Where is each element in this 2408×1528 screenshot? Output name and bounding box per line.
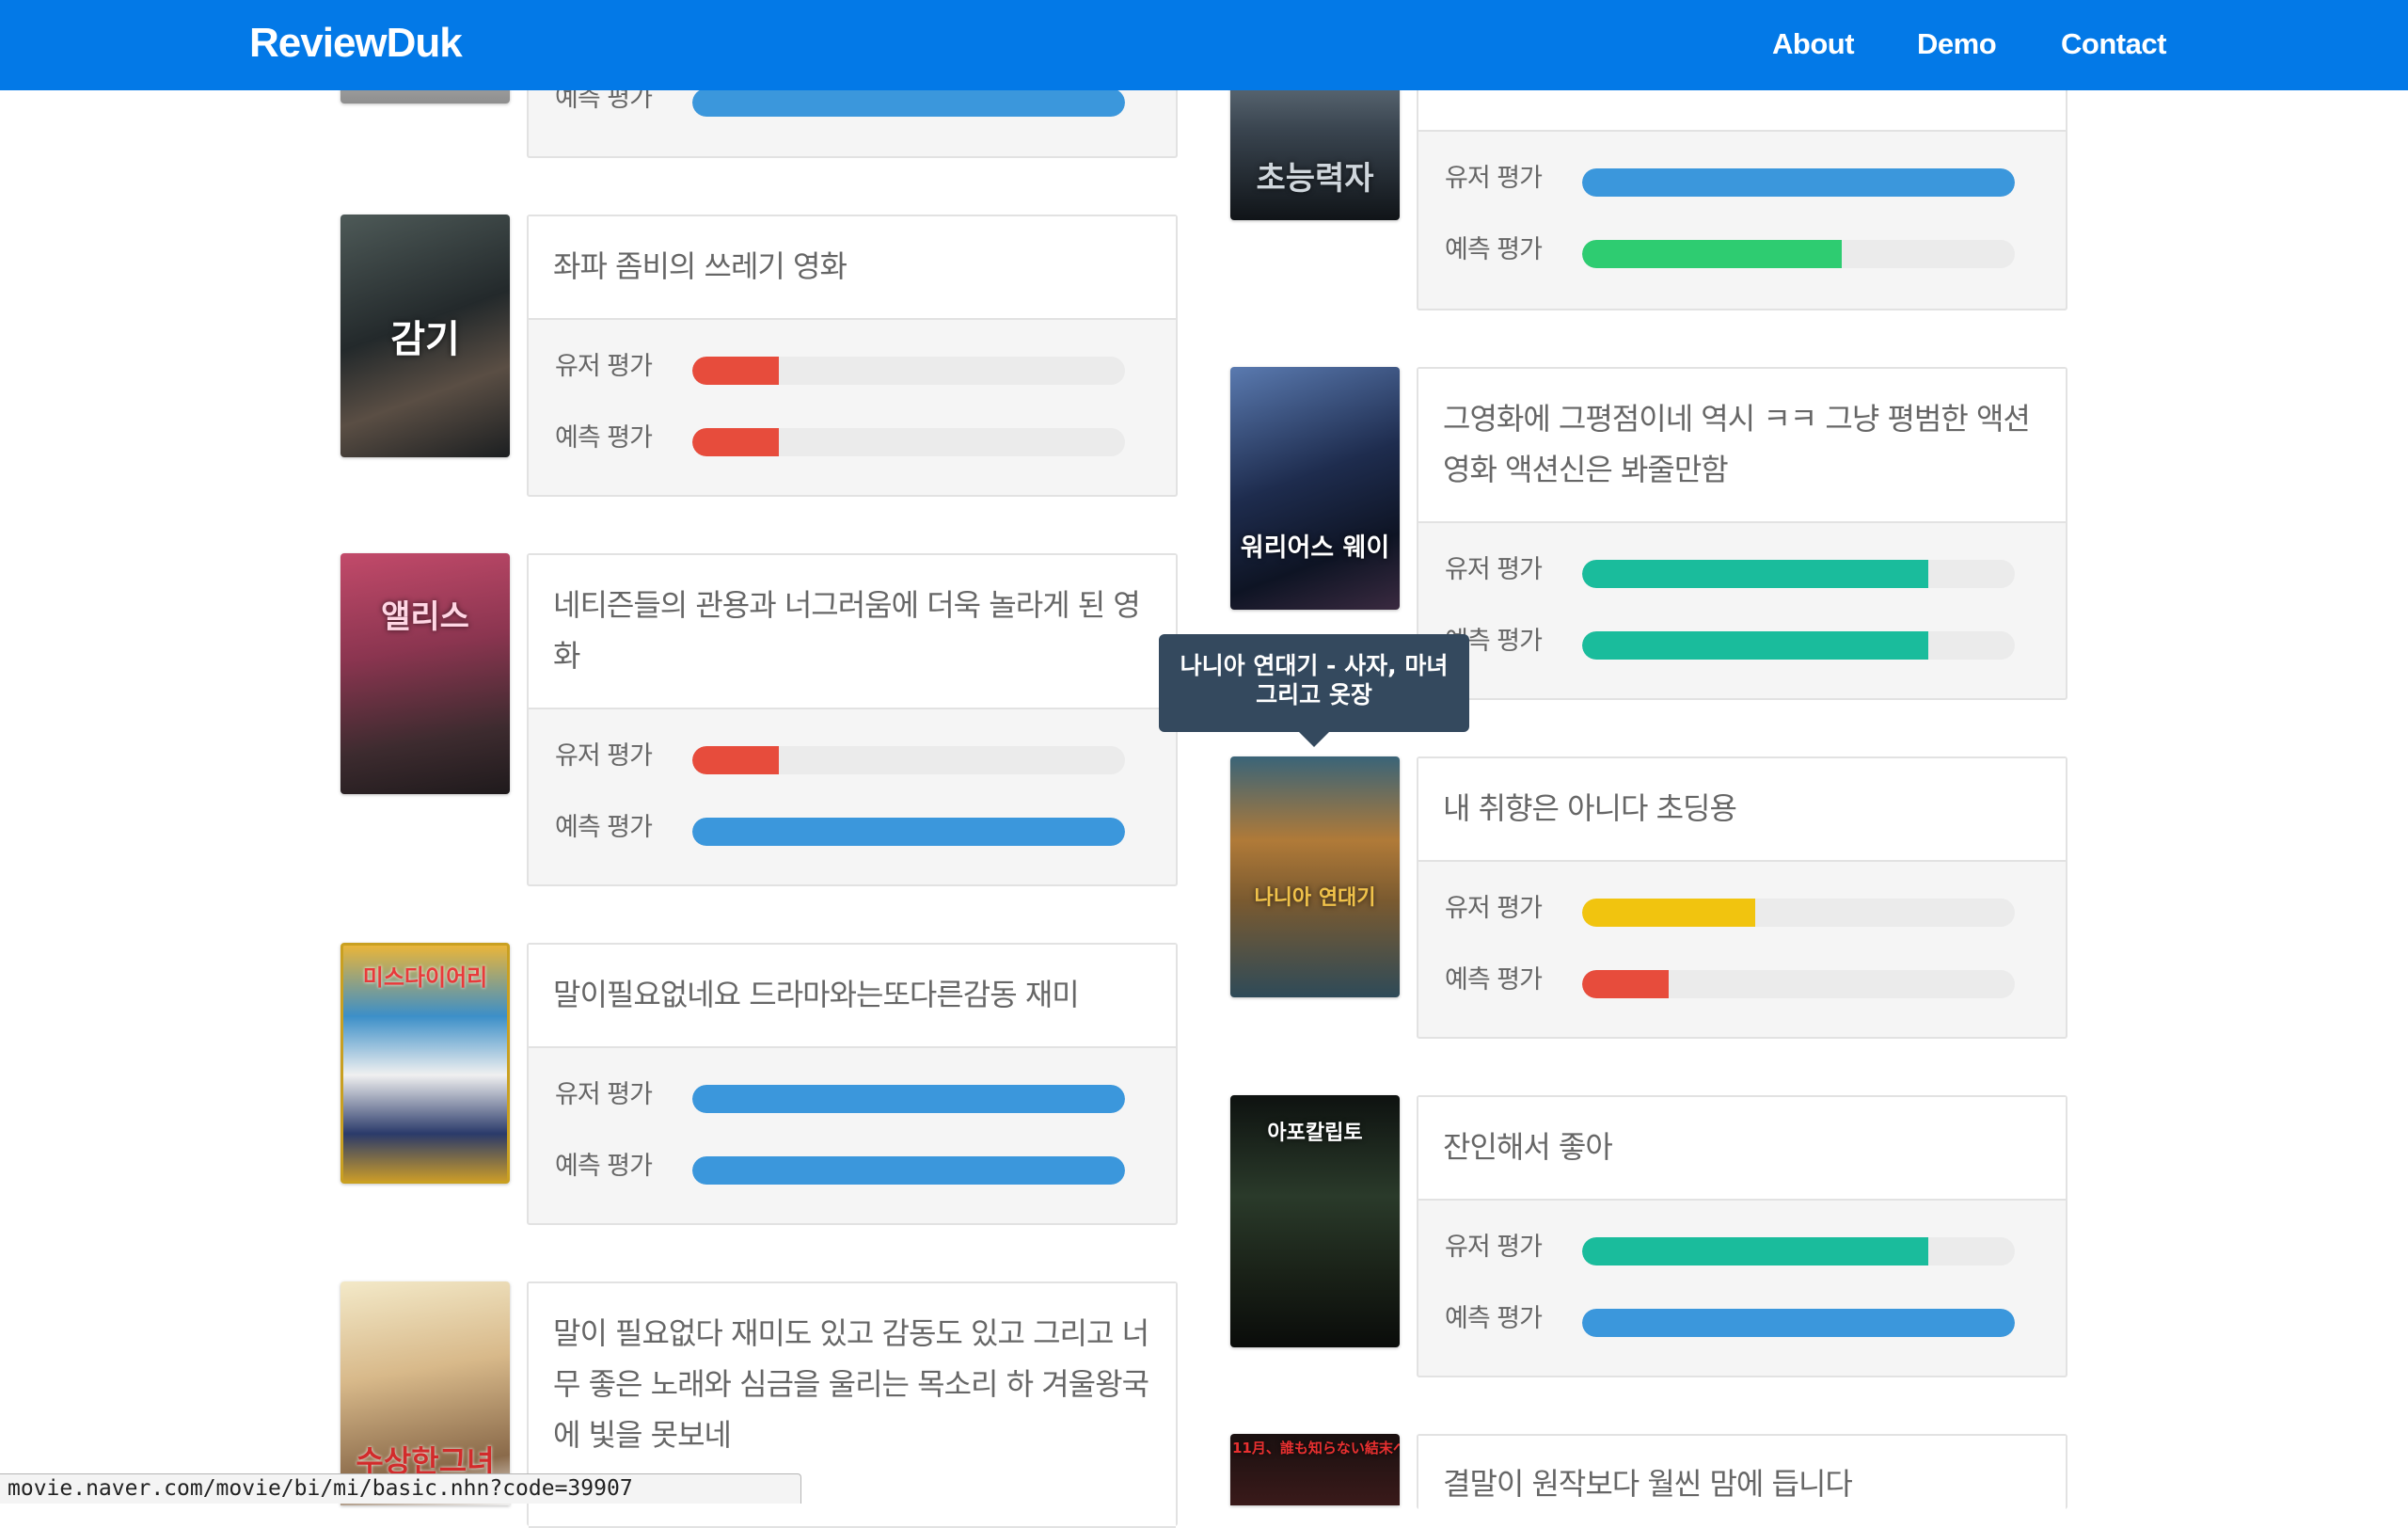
poster-title: 감기 <box>390 318 460 361</box>
tooltip-arrow <box>1299 732 1329 747</box>
pred-rating-bar <box>692 88 1125 117</box>
user-rating-bar <box>692 357 1125 385</box>
poster-title: 나니아 연대기 <box>1254 886 1376 910</box>
poster-title: 아포칼립토 <box>1267 1122 1363 1145</box>
poster-title: 워리어스 웨이 <box>1240 533 1390 563</box>
pred-rating-label: 예측 평가 <box>555 813 653 842</box>
pred-rating-label: 예측 평가 <box>1445 235 1543 264</box>
user-rating-bar <box>692 1085 1125 1113</box>
user-rating-bar <box>1582 899 2015 927</box>
nav-contact[interactable]: Contact <box>2061 21 2166 68</box>
pred-rating-bar <box>692 428 1125 456</box>
pred-rating-bar <box>1582 240 2015 268</box>
review-title: 잔인해서 좋아 <box>1443 1129 1613 1165</box>
movie-poster[interactable]: 수상한그녀 <box>341 1281 510 1505</box>
pred-rating-bar <box>692 1156 1125 1185</box>
poster-tooltip: 나니아 연대기 - 사자, 마녀 그리고 옷장 <box>1159 634 1469 732</box>
review-title: 말이필요없네요 드라마와는또다른감동 재미 <box>553 977 1080 1012</box>
movie-poster[interactable]: 미스다이어리 <box>341 943 510 1184</box>
user-rating-bar <box>1582 560 2015 588</box>
review-card: 네티즌들의 관용과 너그러움에 더욱 놀라게 된 영화 유저 평가 예측 평가 <box>527 553 1178 886</box>
navbar: ReviewDuk About Demo Contact <box>0 0 2408 90</box>
pred-rating-label: 예측 평가 <box>1445 965 1543 995</box>
pred-rating-bar <box>1582 631 2015 660</box>
review-title: 네티즌들의 관용과 너그러움에 더욱 놀라게 된 영화 <box>553 587 1141 674</box>
user-rating-bar <box>692 746 1125 774</box>
nav-about[interactable]: About <box>1772 21 1855 68</box>
poster-title: 11月、誰も知らない結末へ。 <box>1232 1440 1400 1456</box>
pred-rating-label: 예측 평가 <box>555 423 653 453</box>
movie-poster[interactable]: 앨리스 <box>341 553 510 794</box>
poster-title: 앨리스 <box>381 598 469 636</box>
review-title: 그영화에 그평점이네 역시 ㅋㅋ 그냥 평범한 액션영화 액션신은 봐줄만함 <box>1443 401 2031 487</box>
user-rating-label: 유저 평가 <box>1445 894 1543 923</box>
movie-poster[interactable]: 나니아 연대기 <box>1230 756 1400 997</box>
user-rating-bar <box>1582 1237 2015 1265</box>
user-rating-label: 유저 평가 <box>1445 164 1543 193</box>
movie-poster[interactable]: 아포칼립토 <box>1230 1095 1400 1347</box>
user-rating-label: 유저 평가 <box>555 1080 653 1109</box>
review-card: 결말이 원작보다 월씬 맘에 듭니다 <box>1417 1434 2067 1511</box>
user-rating-label: 유저 평가 <box>555 741 653 771</box>
movie-poster[interactable]: 워리어스 웨이 <box>1230 367 1400 610</box>
pred-rating-bar <box>1582 1309 2015 1337</box>
review-card: 말이필요없네요 드라마와는또다른감동 재미 유저 평가 예측 평가 <box>527 943 1178 1225</box>
review-title: 결말이 원작보다 월씬 맘에 듭니다 <box>1443 1466 1853 1502</box>
review-card: 좌파 좀비의 쓰레기 영화 유저 평가 예측 평가 <box>527 215 1178 497</box>
movie-poster[interactable]: 감기 <box>341 215 510 457</box>
user-rating-label: 유저 평가 <box>1445 555 1543 584</box>
pred-rating-label: 예측 평가 <box>555 1152 653 1181</box>
pred-rating-label: 예측 평가 <box>1445 1304 1543 1333</box>
review-card: 내 취향은 아니다 초딩용 유저 평가 예측 평가 <box>1417 756 2067 1039</box>
user-rating-label: 유저 평가 <box>555 352 653 381</box>
movie-poster[interactable]: 11月、誰も知らない結末へ。 <box>1230 1434 1400 1505</box>
review-card: 그영화에 그평점이네 역시 ㅋㅋ 그냥 평범한 액션영화 액션신은 봐줄만함 유… <box>1417 367 2067 700</box>
pred-rating-bar <box>1582 970 2015 998</box>
user-rating-label: 유저 평가 <box>1445 1233 1543 1262</box>
user-rating-bar <box>1582 168 2015 197</box>
poster-title: 미스다이어리 <box>362 964 488 991</box>
browser-status-url: movie.naver.com/movie/bi/mi/basic.nhn?co… <box>0 1473 801 1504</box>
pred-rating-bar <box>692 818 1125 846</box>
review-title: 내 취향은 아니다 초딩용 <box>1443 790 1737 826</box>
review-title: 좌파 좀비의 쓰레기 영화 <box>553 248 848 284</box>
brand-logo[interactable]: ReviewDuk <box>249 15 463 72</box>
review-card: 잔인해서 좋아 유저 평가 예측 평가 <box>1417 1095 2067 1377</box>
poster-title: 초능력자 <box>1256 160 1374 198</box>
nav-demo[interactable]: Demo <box>1917 21 1997 68</box>
review-title: 말이 필요없다 재미도 있고 감동도 있고 그리고 너무 좋은 노래와 심금을 … <box>553 1315 1149 1453</box>
